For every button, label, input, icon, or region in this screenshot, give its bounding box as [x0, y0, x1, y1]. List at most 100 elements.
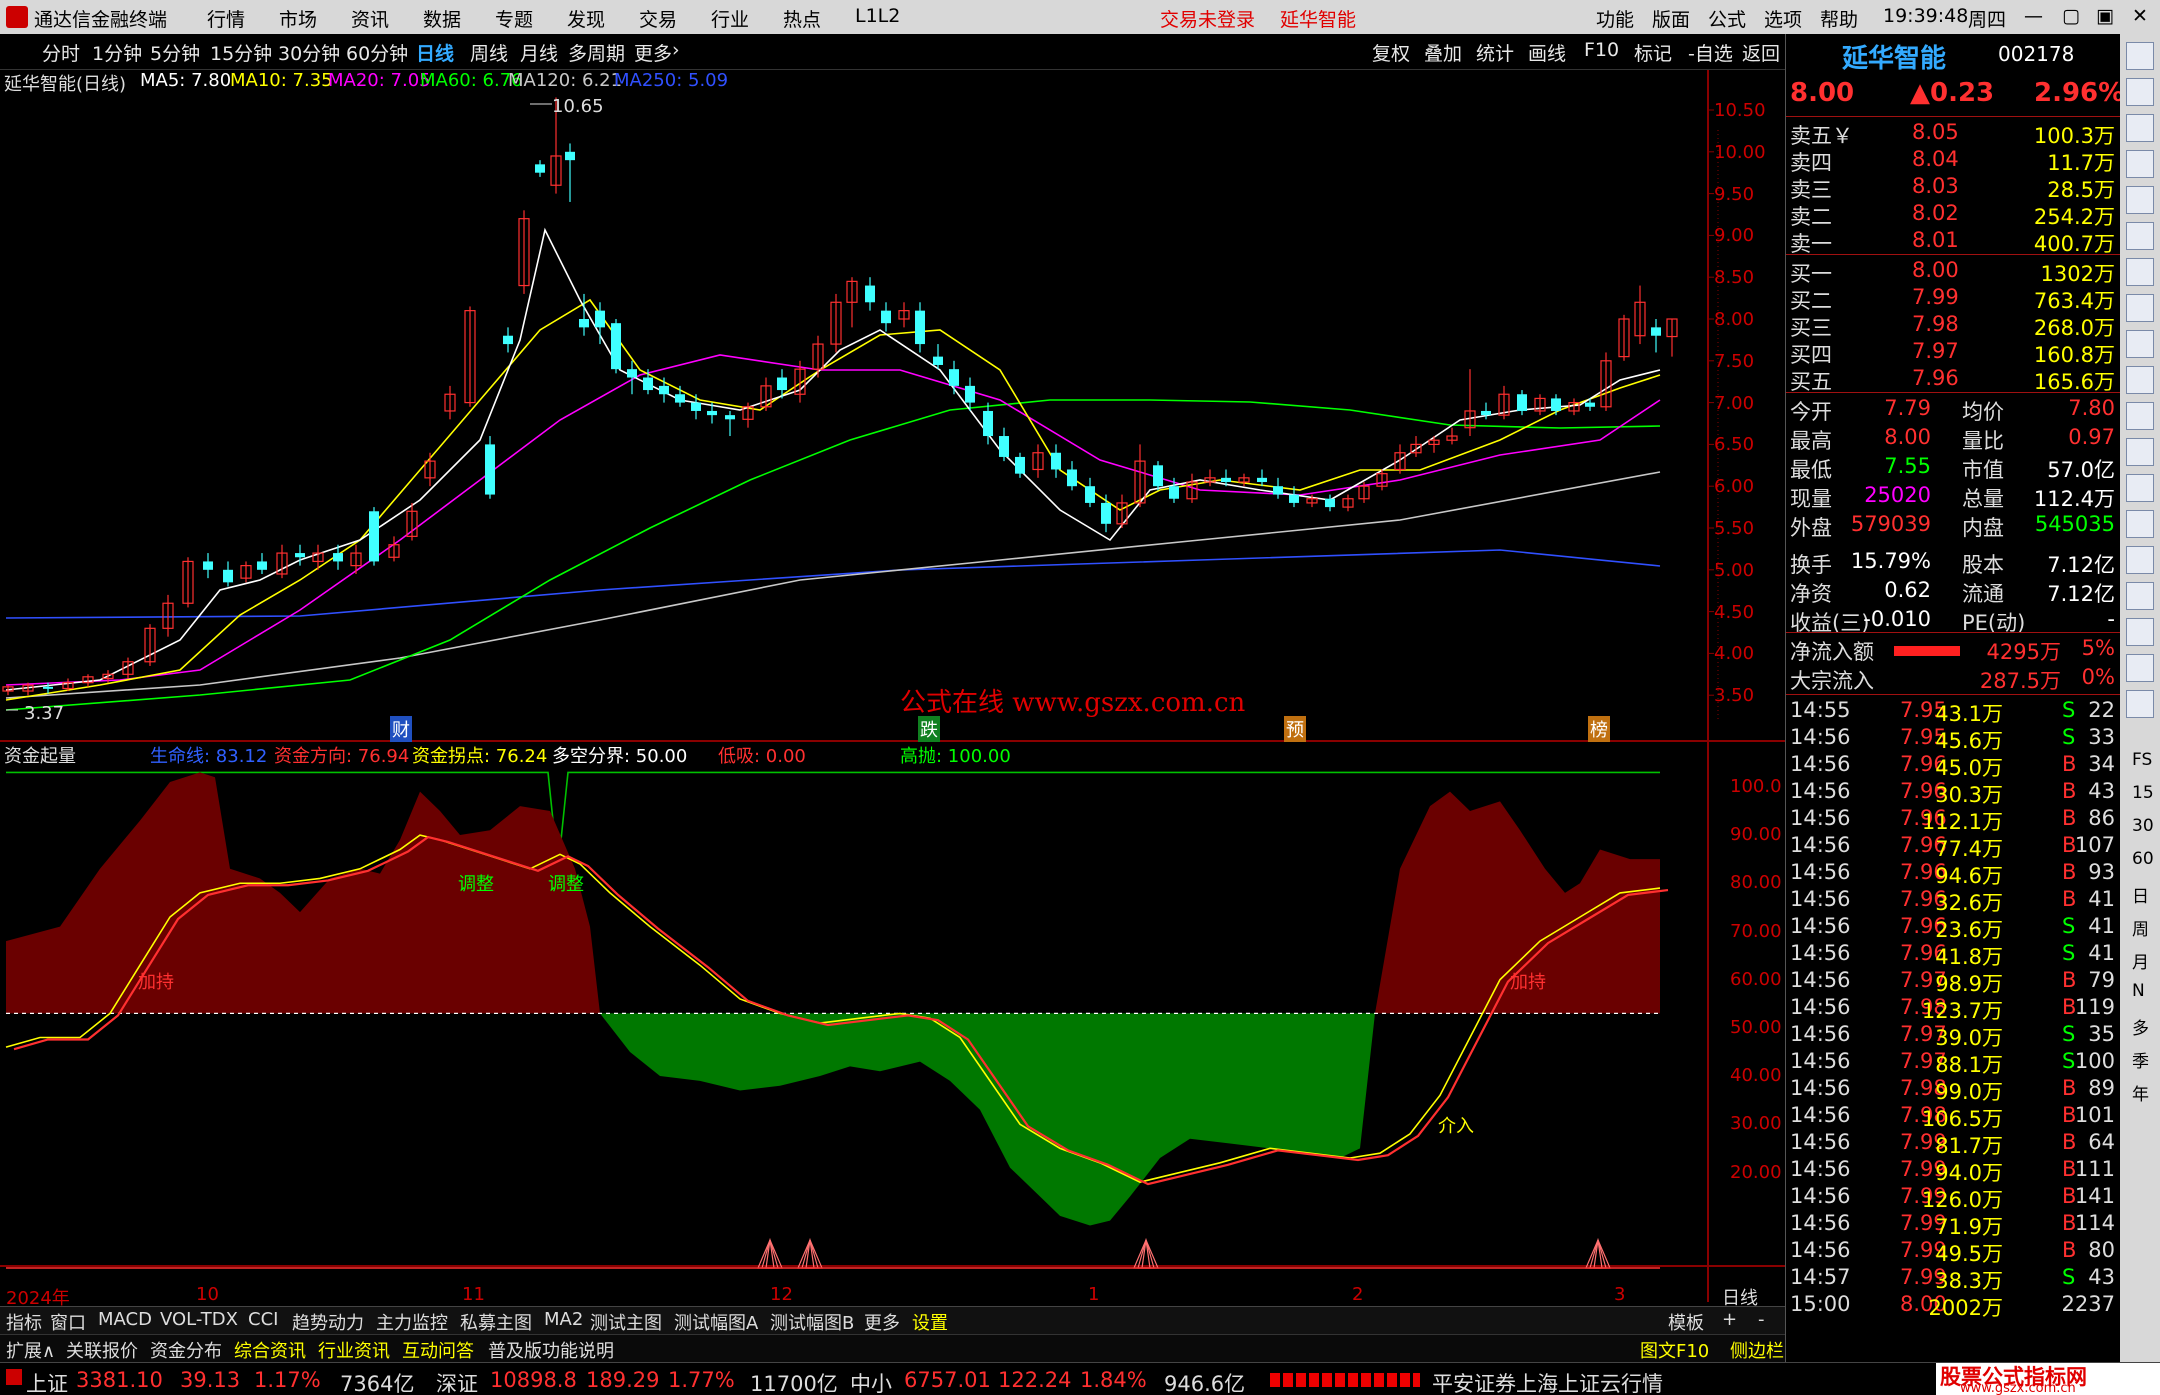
arrow-up-icon[interactable]	[2126, 78, 2154, 106]
bars-icon[interactable]	[2126, 186, 2154, 214]
side-period[interactable]: 15	[2132, 783, 2154, 803]
sh-label[interactable]: 上证	[26, 1368, 68, 1395]
indicator-name[interactable]: 资金起量	[4, 742, 76, 768]
info-tab[interactable]: 行业资讯	[318, 1337, 390, 1363]
menu-item[interactable]: 发现	[567, 5, 605, 32]
indicator-tab[interactable]: CCI	[248, 1309, 278, 1330]
menu-item[interactable]: 交易	[639, 5, 677, 32]
candle-icon[interactable]	[2126, 258, 2154, 286]
chart-icon[interactable]	[2126, 222, 2154, 250]
kline-chart[interactable]	[0, 70, 1785, 1302]
side-period[interactable]: 60	[2132, 849, 2154, 869]
sz-label[interactable]: 深证	[436, 1368, 478, 1395]
tick-row[interactable]: 14:56 7.96 94.6万 B 93	[1786, 860, 2121, 888]
tick-row[interactable]: 14:55 7.95 43.1万 S 22	[1786, 698, 2121, 726]
period-tab[interactable]: 15分钟	[210, 39, 272, 66]
arrow-up-icon[interactable]	[2126, 42, 2154, 70]
fs-icon[interactable]	[2126, 474, 2154, 502]
tick-row[interactable]: 14:56 7.97 98.9万 B 79	[1786, 968, 2121, 996]
indicator-tab[interactable]: MACD	[98, 1309, 152, 1330]
menu-right-item[interactable]: 公式	[1708, 5, 1746, 32]
info-tab[interactable]: 普及版功能说明	[488, 1337, 614, 1363]
info-tab[interactable]: 资金分布	[150, 1337, 222, 1363]
stat-row[interactable]: 收益(三) -0.010 PE(动) -	[1786, 607, 2121, 635]
tick-row[interactable]: 14:56 7.96 23.6万 S 41	[1786, 914, 2121, 942]
tick-row[interactable]: 14:56 7.99 94.0万 B 111	[1786, 1157, 2121, 1185]
side-period[interactable]: 年	[2132, 1080, 2149, 1105]
period-tab[interactable]: 更多	[634, 39, 672, 66]
list-icon[interactable]	[2126, 294, 2154, 322]
info-tab[interactable]: 扩展∧	[6, 1337, 55, 1363]
tool-button[interactable]: 标记	[1634, 39, 1672, 66]
rsi-icon[interactable]	[2126, 618, 2154, 646]
clock-icon[interactable]	[2126, 546, 2154, 574]
doc-icon[interactable]	[2126, 114, 2154, 142]
remove-button[interactable]: -	[1758, 1309, 1765, 1330]
tool-button[interactable]: 叠加	[1424, 39, 1462, 66]
stat-row[interactable]: 最低 7.55 市值 57.0亿	[1786, 454, 2121, 482]
tick-row[interactable]: 14:56 7.96 30.3万 B 43	[1786, 779, 2121, 807]
bid-row[interactable]: 买三 7.98 268.0万	[1786, 312, 2121, 340]
side-period[interactable]: 日	[2132, 882, 2149, 907]
info-tab[interactable]: 关联报价	[66, 1337, 138, 1363]
tick-row[interactable]: 14:56 7.96 32.6万 B 41	[1786, 887, 2121, 915]
menu-right-item[interactable]: 版面	[1652, 5, 1690, 32]
menu-right-item[interactable]: 选项	[1764, 5, 1802, 32]
menu-item[interactable]: 专题	[495, 5, 533, 32]
ask-row[interactable]: 卖四 8.04 11.7万	[1786, 147, 2121, 175]
period-tab[interactable]: 多周期	[568, 39, 625, 66]
indicator-tab[interactable]: 趋势动力	[292, 1309, 364, 1335]
tick-row[interactable]: 14:56 7.95 45.6万 S 33	[1786, 725, 2121, 753]
tick-row[interactable]: 14:56 7.98 99.0万 B 89	[1786, 1076, 2121, 1104]
template-button[interactable]: 模板	[1668, 1309, 1704, 1335]
indicator-tab[interactable]: 私募主图	[460, 1309, 532, 1335]
tick-row[interactable]: 15:00 8.00 2002万 2237	[1786, 1292, 2121, 1320]
tool-button[interactable]: F10	[1584, 39, 1619, 61]
stat-row[interactable]: 净资 0.62 流通 7.12亿	[1786, 578, 2121, 606]
zx-label[interactable]: 中小	[850, 1368, 892, 1395]
ask-row[interactable]: 卖三 8.03 28.5万	[1786, 174, 2121, 202]
tick-row[interactable]: 14:56 7.96 112.1万 B 86	[1786, 806, 2121, 834]
tool-button[interactable]: 返回	[1742, 39, 1780, 66]
menu-item[interactable]: L1L2	[855, 5, 900, 27]
period-tab[interactable]: 5分钟	[150, 39, 200, 66]
info-tab[interactable]: 图文F10	[1640, 1337, 1709, 1363]
event-marker[interactable]: 榜	[1588, 716, 1610, 742]
money-icon[interactable]	[2126, 438, 2154, 466]
menu-item[interactable]: 资讯	[351, 5, 389, 32]
period-tab[interactable]: 周线	[470, 39, 508, 66]
maximize-icon[interactable]: ▣	[2096, 5, 2114, 27]
tick-row[interactable]: 14:57 7.99 38.3万 S 43	[1786, 1265, 2121, 1293]
menu-right-item[interactable]: 功能	[1596, 5, 1634, 32]
menu-item[interactable]: 行情	[207, 5, 245, 32]
event-marker[interactable]: 预	[1284, 716, 1306, 742]
bid-row[interactable]: 买四 7.97 160.8万	[1786, 339, 2121, 367]
event-marker[interactable]: 跌	[918, 716, 940, 742]
tick-row[interactable]: 14:56 7.99 49.5万 B 80	[1786, 1238, 2121, 1266]
tick-row[interactable]: 14:56 7.97 39.0万 S 35	[1786, 1022, 2121, 1050]
menu-item[interactable]: 热点	[783, 5, 821, 32]
bid-row[interactable]: 买五 7.96 165.6万	[1786, 366, 2121, 394]
tick-row[interactable]: 14:56 7.96 45.0万 B 34	[1786, 752, 2121, 780]
ask-row[interactable]: 卖二 8.02 254.2万	[1786, 201, 2121, 229]
indicator-tab[interactable]: 测试幅图B	[770, 1309, 854, 1335]
period-tab[interactable]: 月线	[520, 39, 558, 66]
indicator-tab[interactable]: VOL-TDX	[160, 1309, 238, 1330]
event-marker[interactable]: 财	[390, 716, 412, 742]
side-period[interactable]: N	[2132, 981, 2145, 1001]
indicator-tab[interactable]: 窗口	[50, 1309, 86, 1335]
stat-row[interactable]: 换手 15.79% 股本 7.12亿	[1786, 549, 2121, 577]
tick-row[interactable]: 14:56 7.96 41.8万 S 41	[1786, 941, 2121, 969]
period-tab[interactable]: 分时	[42, 39, 80, 66]
side-period[interactable]: 30	[2132, 816, 2154, 836]
menu-item[interactable]: 市场	[279, 5, 317, 32]
tick-row[interactable]: 14:56 7.99 81.7万 B 64	[1786, 1130, 2121, 1158]
ask-row[interactable]: 卖一 8.01 400.7万	[1786, 228, 2121, 256]
indicator-tab[interactable]: 更多	[864, 1309, 900, 1335]
trade-status[interactable]: 交易未登录	[1160, 5, 1255, 32]
table-icon[interactable]	[2126, 366, 2154, 394]
tool-button[interactable]: 复权	[1372, 39, 1410, 66]
side-period[interactable]: 多	[2132, 1014, 2149, 1039]
close-icon[interactable]: ✕	[2132, 5, 2148, 27]
period-tab[interactable]: 1分钟	[92, 39, 142, 66]
